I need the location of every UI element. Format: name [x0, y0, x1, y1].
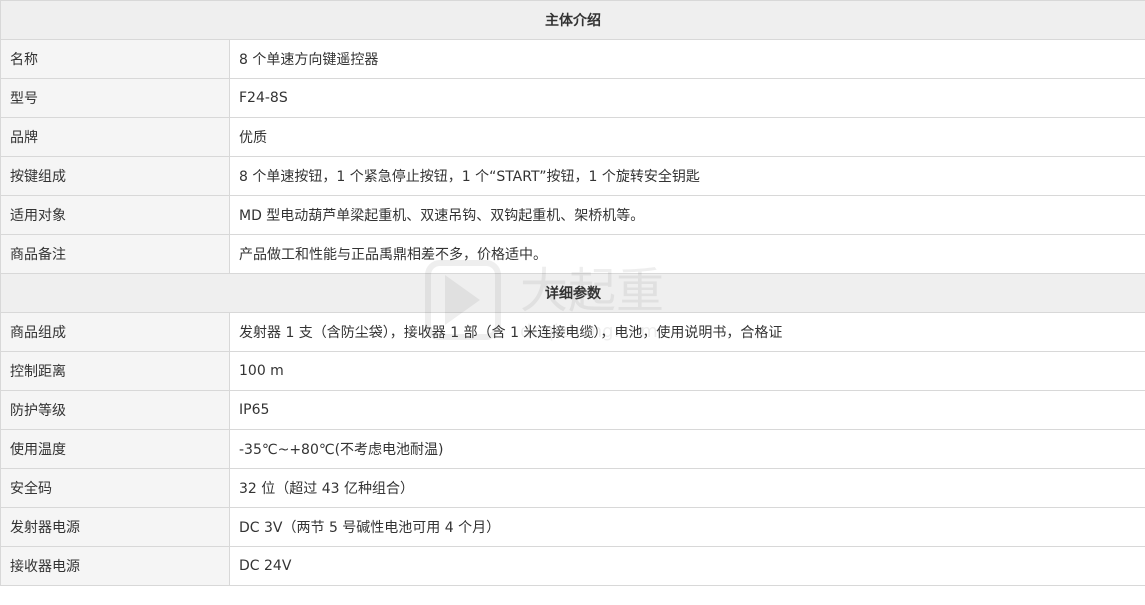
- row-label: 品牌: [0, 117, 230, 157]
- table-row: 名称 8 个单速方向键遥控器: [0, 39, 1145, 79]
- table-row: 接收器电源 DC 24V: [0, 546, 1145, 586]
- spec-table: 主体介绍 名称 8 个单速方向键遥控器 型号 F24-8S 品牌 优质 按键组成…: [0, 0, 1145, 586]
- table-row: 使用温度 -35℃~+80℃(不考虑电池耐温): [0, 429, 1145, 469]
- row-label: 商品组成: [0, 312, 230, 352]
- row-label: 控制距离: [0, 351, 230, 391]
- row-label: 接收器电源: [0, 546, 230, 586]
- section-title-intro: 主体介绍: [0, 0, 1145, 40]
- row-label: 商品备注: [0, 234, 230, 274]
- row-value: 100 m: [229, 351, 1145, 391]
- table-row: 控制距离 100 m: [0, 351, 1145, 391]
- row-value: DC 24V: [229, 546, 1145, 586]
- table-row: 品牌 优质: [0, 117, 1145, 157]
- row-value: F24-8S: [229, 78, 1145, 118]
- row-label: 型号: [0, 78, 230, 118]
- row-value: 8 个单速按钮，1 个紧急停止按钮，1 个“START”按钮，1 个旋转安全钥匙: [229, 156, 1145, 196]
- table-row: 商品组成 发射器 1 支（含防尘袋），接收器 1 部（含 1 米连接电缆），电池…: [0, 312, 1145, 352]
- row-value: MD 型电动葫芦单梁起重机、双速吊钩、双钩起重机、架桥机等。: [229, 195, 1145, 235]
- row-label: 防护等级: [0, 390, 230, 430]
- row-label: 发射器电源: [0, 507, 230, 547]
- row-label: 适用对象: [0, 195, 230, 235]
- row-value: -35℃~+80℃(不考虑电池耐温): [229, 429, 1145, 469]
- row-value: 产品做工和性能与正品禹鼎相差不多，价格适中。: [229, 234, 1145, 274]
- row-label: 安全码: [0, 468, 230, 508]
- section-title-details: 详细参数: [0, 273, 1145, 313]
- table-row: 商品备注 产品做工和性能与正品禹鼎相差不多，价格适中。: [0, 234, 1145, 274]
- row-value: IP65: [229, 390, 1145, 430]
- row-value: DC 3V（两节 5 号碱性电池可用 4 个月）: [229, 507, 1145, 547]
- row-value: 发射器 1 支（含防尘袋），接收器 1 部（含 1 米连接电缆），电池，使用说明…: [229, 312, 1145, 352]
- table-row: 安全码 32 位（超过 43 亿种组合）: [0, 468, 1145, 508]
- row-value: 优质: [229, 117, 1145, 157]
- table-row: 型号 F24-8S: [0, 78, 1145, 118]
- row-value: 32 位（超过 43 亿种组合）: [229, 468, 1145, 508]
- row-label: 按键组成: [0, 156, 230, 196]
- row-label: 使用温度: [0, 429, 230, 469]
- table-row: 按键组成 8 个单速按钮，1 个紧急停止按钮，1 个“START”按钮，1 个旋…: [0, 156, 1145, 196]
- section-header-row: 详细参数: [0, 273, 1145, 313]
- row-value: 8 个单速方向键遥控器: [229, 39, 1145, 79]
- table-row: 适用对象 MD 型电动葫芦单梁起重机、双速吊钩、双钩起重机、架桥机等。: [0, 195, 1145, 235]
- table-row: 防护等级 IP65: [0, 390, 1145, 430]
- section-header-row: 主体介绍: [0, 0, 1145, 40]
- table-row: 发射器电源 DC 3V（两节 5 号碱性电池可用 4 个月）: [0, 507, 1145, 547]
- row-label: 名称: [0, 39, 230, 79]
